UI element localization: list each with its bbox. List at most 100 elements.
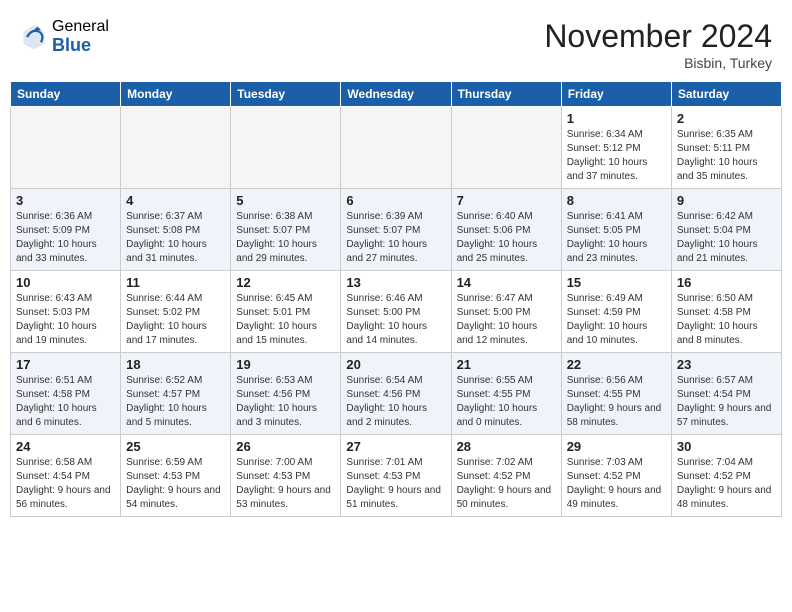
day-info: Sunrise: 6:37 AM Sunset: 5:08 PM Dayligh… (126, 210, 225, 266)
day-info: Sunrise: 6:43 AM Sunset: 5:03 PM Dayligh… (16, 292, 115, 348)
day-info: Sunrise: 6:54 AM Sunset: 4:56 PM Dayligh… (346, 374, 445, 430)
day-number: 6 (346, 193, 445, 208)
calendar-cell: 27Sunrise: 7:01 AM Sunset: 4:53 PM Dayli… (341, 435, 451, 517)
day-number: 3 (16, 193, 115, 208)
calendar-cell: 21Sunrise: 6:55 AM Sunset: 4:55 PM Dayli… (451, 353, 561, 435)
day-info: Sunrise: 6:42 AM Sunset: 5:04 PM Dayligh… (677, 210, 776, 266)
calendar-cell: 15 Sunrise: 6:49 AM Sunset: 4:59 PM Dayli… (561, 271, 671, 353)
day-info: Sunrise: 6:45 AM Sunset: 5:01 PM Dayligh… (236, 292, 335, 348)
day-info: Sunrise: 7:01 AM Sunset: 4:53 PM Dayligh… (346, 456, 445, 512)
calendar-cell: 9 Sunrise: 6:42 AM Sunset: 5:04 PM Daylig… (671, 189, 781, 271)
day-info: Sunrise: 6:49 AM Sunset: 4:59 PM Dayligh… (567, 292, 666, 348)
calendar-header-wednesday: Wednesday (341, 82, 451, 107)
calendar-cell: 3 Sunrise: 6:36 AM Sunset: 5:09 PM Daylig… (11, 189, 121, 271)
calendar-cell: 7 Sunrise: 6:40 AM Sunset: 5:06 PM Daylig… (451, 189, 561, 271)
day-number: 25 (126, 439, 225, 454)
calendar-cell: 20 Sunrise: 6:54 AM Sunset: 4:56 PM Dayli… (341, 353, 451, 435)
calendar-cell: 6 Sunrise: 6:39 AM Sunset: 5:07 PM Daylig… (341, 189, 451, 271)
calendar-cell: 11 Sunrise: 6:44 AM Sunset: 5:02 PM Dayli… (121, 271, 231, 353)
day-number: 23 (677, 357, 776, 372)
day-number: 5 (236, 193, 335, 208)
calendar-cell: 17 Sunrise: 6:51 AM Sunset: 4:58 PM Dayli… (11, 353, 121, 435)
day-number: 20 (346, 357, 445, 372)
day-info: Sunrise: 7:02 AM Sunset: 4:52 PM Dayligh… (457, 456, 556, 512)
page-header: General Blue November 2024 Bisbin, Turke… (10, 10, 782, 75)
calendar-cell: 25Sunrise: 6:59 AM Sunset: 4:53 PM Dayli… (121, 435, 231, 517)
logo-icon (20, 23, 48, 51)
calendar-cell: 1 Sunrise: 6:34 AM Sunset: 5:12 PM Daylig… (561, 107, 671, 189)
day-number: 12 (236, 275, 335, 290)
day-number: 30 (677, 439, 776, 454)
day-number: 11 (126, 275, 225, 290)
calendar-cell: 16 Sunrise: 6:50 AM Sunset: 4:58 PM Dayli… (671, 271, 781, 353)
day-info: Sunrise: 7:04 AM Sunset: 4:52 PM Dayligh… (677, 456, 776, 512)
calendar-table: SundayMondayTuesdayWednesdayThursdayFrid… (10, 81, 782, 517)
calendar-week-5: 24 Sunrise: 6:58 AM Sunset: 4:54 PM Dayli… (11, 435, 782, 517)
day-number: 17 (16, 357, 115, 372)
day-number: 18 (126, 357, 225, 372)
day-number: 10 (16, 275, 115, 290)
day-number: 13 (346, 275, 445, 290)
calendar-cell (121, 107, 231, 189)
day-info: Sunrise: 6:36 AM Sunset: 5:09 PM Dayligh… (16, 210, 115, 266)
day-info: Sunrise: 7:03 AM Sunset: 4:52 PM Dayligh… (567, 456, 666, 512)
day-info: Sunrise: 6:34 AM Sunset: 5:12 PM Dayligh… (567, 128, 666, 184)
day-number: 16 (677, 275, 776, 290)
day-number: 15 (567, 275, 666, 290)
title-area: November 2024 Bisbin, Turkey (544, 18, 772, 71)
day-number: 8 (567, 193, 666, 208)
day-number: 14 (457, 275, 556, 290)
day-info: Sunrise: 6:44 AM Sunset: 5:02 PM Dayligh… (126, 292, 225, 348)
calendar-cell (231, 107, 341, 189)
calendar-header-monday: Monday (121, 82, 231, 107)
calendar-cell: 13 Sunrise: 6:46 AM Sunset: 5:00 PM Dayli… (341, 271, 451, 353)
day-info: Sunrise: 6:47 AM Sunset: 5:00 PM Dayligh… (457, 292, 556, 348)
calendar-cell: 10 Sunrise: 6:43 AM Sunset: 5:03 PM Dayli… (11, 271, 121, 353)
day-number: 19 (236, 357, 335, 372)
calendar-header-sunday: Sunday (11, 82, 121, 107)
day-number: 7 (457, 193, 556, 208)
calendar-cell (451, 107, 561, 189)
logo-text: General Blue (52, 18, 109, 55)
day-info: Sunrise: 6:41 AM Sunset: 5:05 PM Dayligh… (567, 210, 666, 266)
day-info: Sunrise: 6:35 AM Sunset: 5:11 PM Dayligh… (677, 128, 776, 184)
calendar-week-2: 3 Sunrise: 6:36 AM Sunset: 5:09 PM Daylig… (11, 189, 782, 271)
day-number: 24 (16, 439, 115, 454)
calendar-week-3: 10 Sunrise: 6:43 AM Sunset: 5:03 PM Dayli… (11, 271, 782, 353)
calendar-header-friday: Friday (561, 82, 671, 107)
calendar-header-tuesday: Tuesday (231, 82, 341, 107)
calendar-cell (11, 107, 121, 189)
day-number: 28 (457, 439, 556, 454)
location: Bisbin, Turkey (544, 55, 772, 71)
calendar-week-1: 1 Sunrise: 6:34 AM Sunset: 5:12 PM Daylig… (11, 107, 782, 189)
day-info: Sunrise: 6:53 AM Sunset: 4:56 PM Dayligh… (236, 374, 335, 430)
day-info: Sunrise: 6:50 AM Sunset: 4:58 PM Dayligh… (677, 292, 776, 348)
calendar-cell: 18 Sunrise: 6:52 AM Sunset: 4:57 PM Dayli… (121, 353, 231, 435)
day-number: 4 (126, 193, 225, 208)
day-number: 22 (567, 357, 666, 372)
calendar-header-saturday: Saturday (671, 82, 781, 107)
calendar-cell: 29 Sunrise: 7:03 AM Sunset: 4:52 PM Dayli… (561, 435, 671, 517)
day-info: Sunrise: 6:46 AM Sunset: 5:00 PM Dayligh… (346, 292, 445, 348)
calendar-week-4: 17 Sunrise: 6:51 AM Sunset: 4:58 PM Dayli… (11, 353, 782, 435)
day-info: Sunrise: 6:58 AM Sunset: 4:54 PM Dayligh… (16, 456, 115, 512)
calendar-cell: 2 Sunrise: 6:35 AM Sunset: 5:11 PM Daylig… (671, 107, 781, 189)
day-number: 21 (457, 357, 556, 372)
calendar-cell: 14 Sunrise: 6:47 AM Sunset: 5:00 PM Dayli… (451, 271, 561, 353)
day-number: 9 (677, 193, 776, 208)
calendar-cell: 24 Sunrise: 6:58 AM Sunset: 4:54 PM Dayli… (11, 435, 121, 517)
day-number: 1 (567, 111, 666, 126)
logo: General Blue (20, 18, 109, 55)
logo-general: General (52, 18, 109, 36)
day-info: Sunrise: 6:51 AM Sunset: 4:58 PM Dayligh… (16, 374, 115, 430)
calendar-header-row: SundayMondayTuesdayWednesdayThursdayFrid… (11, 82, 782, 107)
day-info: Sunrise: 7:00 AM Sunset: 4:53 PM Dayligh… (236, 456, 335, 512)
day-info: Sunrise: 6:39 AM Sunset: 5:07 PM Dayligh… (346, 210, 445, 266)
calendar-cell: 22Sunrise: 6:56 AM Sunset: 4:55 PM Dayli… (561, 353, 671, 435)
month-title: November 2024 (544, 18, 772, 55)
calendar-cell: 19 Sunrise: 6:53 AM Sunset: 4:56 PM Dayli… (231, 353, 341, 435)
day-info: Sunrise: 6:40 AM Sunset: 5:06 PM Dayligh… (457, 210, 556, 266)
day-number: 29 (567, 439, 666, 454)
day-info: Sunrise: 6:52 AM Sunset: 4:57 PM Dayligh… (126, 374, 225, 430)
day-number: 2 (677, 111, 776, 126)
